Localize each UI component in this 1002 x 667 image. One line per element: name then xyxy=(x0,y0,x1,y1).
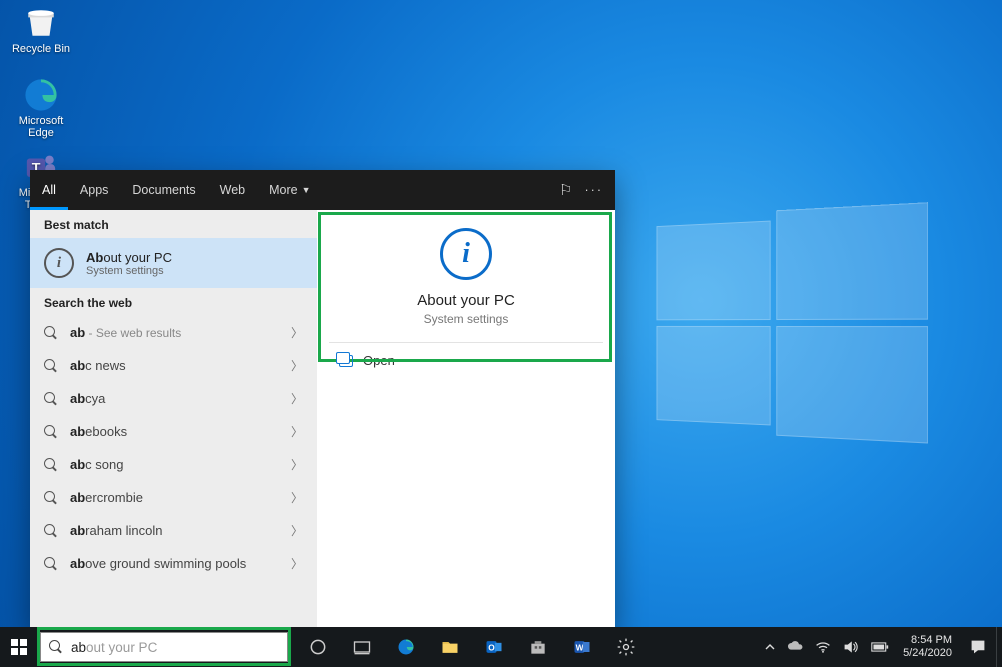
web-search-suggestion[interactable]: abc song 〉 xyxy=(30,448,317,481)
search-icon xyxy=(44,392,58,406)
edge-icon xyxy=(24,78,58,112)
desktop-icon-recycle-bin[interactable]: Recycle Bin xyxy=(6,6,76,55)
start-search-panel: All Apps Documents Web More ▼ ⚐ ··· Best … xyxy=(30,170,615,628)
taskbar-clock[interactable]: 8:54 PM 5/24/2020 xyxy=(895,634,960,660)
chevron-right-icon: 〉 xyxy=(291,489,303,506)
chevron-down-icon: ▼ xyxy=(302,185,311,195)
search-icon xyxy=(49,640,63,654)
chevron-right-icon: 〉 xyxy=(291,390,303,407)
suggestion-text: abc news xyxy=(70,358,279,373)
section-search-web: Search the web xyxy=(30,288,317,316)
web-search-suggestion[interactable]: abcya 〉 xyxy=(30,382,317,415)
best-match-subtitle: System settings xyxy=(86,265,172,277)
search-icon xyxy=(44,557,58,571)
web-search-suggestion[interactable]: ab - See web results 〉 xyxy=(30,316,317,349)
tab-label: All xyxy=(42,183,56,197)
tab-label: More xyxy=(269,183,297,197)
tab-label: Apps xyxy=(80,183,109,197)
search-typed-text: ab xyxy=(71,640,86,655)
suggestion-text: abc song xyxy=(70,457,279,472)
clock-date: 5/24/2020 xyxy=(903,647,952,660)
tray-volume-icon[interactable] xyxy=(837,627,865,667)
tab-all[interactable]: All xyxy=(30,170,68,210)
chevron-right-icon: 〉 xyxy=(291,324,303,341)
search-results-list: Best match i About your PC System settin… xyxy=(30,210,317,628)
suggestion-text: abercrombie xyxy=(70,490,279,505)
action-center-button[interactable] xyxy=(960,627,996,667)
web-search-suggestion[interactable]: above ground swimming pools 〉 xyxy=(30,547,317,580)
tab-more[interactable]: More ▼ xyxy=(257,170,322,210)
taskbar-search-box[interactable]: about your PC xyxy=(40,632,288,662)
search-icon xyxy=(44,359,58,373)
open-icon xyxy=(339,355,353,367)
system-tray: 8:54 PM 5/24/2020 xyxy=(759,627,1002,667)
best-match-title: About your PC xyxy=(86,250,172,265)
tray-network-icon[interactable] xyxy=(809,627,837,667)
tray-overflow-icon[interactable] xyxy=(759,627,781,667)
web-search-suggestion[interactable]: abc news 〉 xyxy=(30,349,317,382)
web-search-suggestion[interactable]: abercrombie 〉 xyxy=(30,481,317,514)
suggestion-text: abraham lincoln xyxy=(70,523,279,538)
taskbar-app-store[interactable] xyxy=(516,627,560,667)
search-icon xyxy=(44,458,58,472)
search-icon xyxy=(44,491,58,505)
taskbar-app-outlook[interactable]: O xyxy=(472,627,516,667)
desktop-icon-edge[interactable]: Microsoft Edge xyxy=(6,78,76,139)
desktop-icon-label: Microsoft Edge xyxy=(19,115,64,139)
svg-text:O: O xyxy=(488,642,495,652)
suggestion-text: ab - See web results xyxy=(70,325,279,340)
best-match-result[interactable]: i About your PC System settings xyxy=(30,238,317,288)
annotation-highlight xyxy=(318,212,612,362)
tab-label: Documents xyxy=(132,183,195,197)
chevron-right-icon: 〉 xyxy=(291,555,303,572)
chevron-right-icon: 〉 xyxy=(291,357,303,374)
task-view-button[interactable] xyxy=(340,627,384,667)
desktop-icon-label: Recycle Bin xyxy=(12,43,70,55)
clock-time: 8:54 PM xyxy=(903,634,952,647)
suggestion-text: abebooks xyxy=(70,424,279,439)
suggestion-text: above ground swimming pools xyxy=(70,556,279,571)
tray-power-icon[interactable] xyxy=(865,627,895,667)
recycle-bin-icon xyxy=(24,6,58,40)
show-desktop-button[interactable] xyxy=(996,627,1002,667)
search-autocomplete-text: out your PC xyxy=(86,640,157,655)
web-search-suggestion[interactable]: abebooks 〉 xyxy=(30,415,317,448)
chevron-right-icon: 〉 xyxy=(291,423,303,440)
tab-label: Web xyxy=(220,183,245,197)
search-filter-tabs: All Apps Documents Web More ▼ ⚐ ··· xyxy=(30,170,615,210)
section-best-match: Best match xyxy=(30,210,317,238)
suggestion-text: abcya xyxy=(70,391,279,406)
cortana-button[interactable] xyxy=(296,627,340,667)
taskbar-app-file-explorer[interactable] xyxy=(428,627,472,667)
taskbar-app-word[interactable]: W xyxy=(560,627,604,667)
taskbar: about your PC O W 8:54 PM 5/24/2020 xyxy=(0,627,1002,667)
tab-documents[interactable]: Documents xyxy=(120,170,207,210)
windows-icon xyxy=(11,639,27,655)
info-icon: i xyxy=(44,248,74,278)
chevron-right-icon: 〉 xyxy=(291,522,303,539)
taskbar-app-settings[interactable] xyxy=(604,627,648,667)
search-icon xyxy=(44,425,58,439)
desktop: Recycle Bin Microsoft Edge T Microsoft T… xyxy=(0,0,1002,667)
more-options-icon[interactable]: ··· xyxy=(585,183,604,197)
taskbar-app-edge[interactable] xyxy=(384,627,428,667)
tab-web[interactable]: Web xyxy=(208,170,257,210)
tray-onedrive-icon[interactable] xyxy=(781,627,809,667)
svg-text:W: W xyxy=(576,642,584,652)
search-icon xyxy=(44,326,58,340)
search-detail-pane: i About your PC System settings Open xyxy=(317,210,615,628)
start-button[interactable] xyxy=(0,627,38,667)
feedback-icon[interactable]: ⚐ xyxy=(559,181,572,199)
windows-logo-wallpaper xyxy=(657,202,924,447)
chevron-right-icon: 〉 xyxy=(291,456,303,473)
search-icon xyxy=(44,524,58,538)
web-search-suggestion[interactable]: abraham lincoln 〉 xyxy=(30,514,317,547)
tab-apps[interactable]: Apps xyxy=(68,170,121,210)
